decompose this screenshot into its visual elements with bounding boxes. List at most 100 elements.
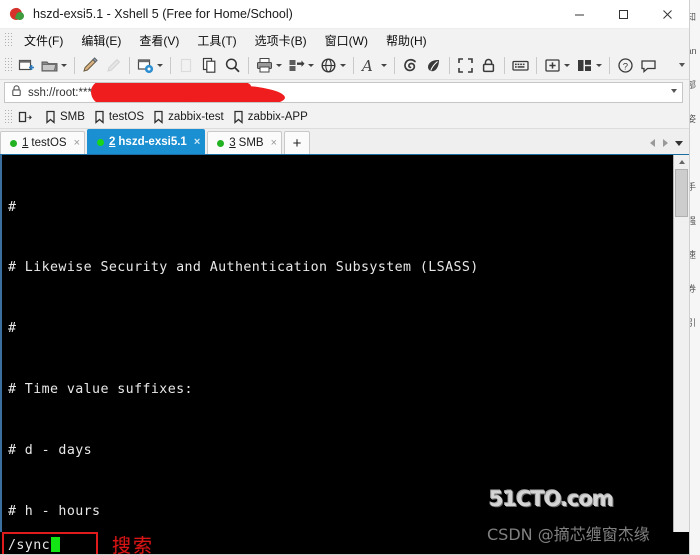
terminal-line: # bbox=[8, 321, 17, 337]
toolbar-drag-grip[interactable] bbox=[3, 57, 12, 73]
menu-drag-grip[interactable] bbox=[3, 32, 12, 48]
session-properties-dropdown[interactable] bbox=[155, 56, 164, 75]
tab-smb[interactable]: 3 SMB × bbox=[207, 131, 283, 154]
address-input[interactable]: ssh://root:*** bbox=[4, 82, 683, 103]
tab-label: hszd-exsi5.1 bbox=[118, 136, 187, 148]
file-transfer-button[interactable] bbox=[285, 53, 317, 77]
new-session-button[interactable] bbox=[15, 53, 38, 77]
tab-scroll-left-icon[interactable] bbox=[646, 135, 659, 151]
open-session-shortcut[interactable] bbox=[15, 109, 42, 125]
tab-testos[interactable]: 1 testOS × bbox=[0, 131, 85, 154]
ssh-tunnel-button[interactable] bbox=[399, 53, 422, 77]
globe-dropdown[interactable] bbox=[338, 56, 347, 75]
bookmark-label: SMB bbox=[60, 110, 85, 123]
open-session-button[interactable] bbox=[38, 53, 70, 77]
layout-dropdown[interactable] bbox=[594, 56, 603, 75]
layout-icon bbox=[575, 56, 594, 75]
tab-label: testOS bbox=[31, 137, 67, 149]
copy-button[interactable] bbox=[198, 53, 221, 77]
help-icon: ? bbox=[616, 56, 635, 75]
tab-close-icon[interactable]: × bbox=[271, 137, 277, 149]
bookmark-smb[interactable]: SMB bbox=[42, 109, 91, 125]
tab-hszd-exsi51[interactable]: 2 hszd-exsi5.1 × bbox=[87, 129, 206, 154]
terminal-line: # bbox=[8, 199, 17, 215]
new-session-icon bbox=[17, 56, 36, 75]
globe-button[interactable] bbox=[317, 53, 349, 77]
toolbar-separator bbox=[449, 56, 450, 74]
session-properties-icon bbox=[136, 56, 155, 75]
tab-list-dropdown-icon[interactable] bbox=[672, 135, 686, 151]
edit-session-button[interactable] bbox=[79, 53, 102, 77]
bookmark-testos[interactable]: testOS bbox=[91, 109, 150, 125]
fullscreen-button[interactable] bbox=[454, 53, 477, 77]
tab-close-icon[interactable]: × bbox=[74, 137, 80, 149]
font-dropdown[interactable] bbox=[379, 56, 388, 75]
menu-view[interactable]: 查看(V) bbox=[130, 30, 188, 51]
new-tab-button[interactable]: + bbox=[284, 131, 311, 154]
transfer-icon bbox=[287, 56, 306, 75]
bookmark-zabbix-test[interactable]: zabbix-test bbox=[150, 109, 230, 125]
globe-icon bbox=[319, 56, 338, 75]
leaf-button[interactable] bbox=[422, 53, 445, 77]
close-button[interactable] bbox=[645, 0, 689, 28]
toolbar-separator bbox=[394, 56, 395, 74]
add-panel-dropdown[interactable] bbox=[562, 56, 571, 75]
find-button[interactable] bbox=[221, 53, 244, 77]
bookmark-drag-grip[interactable] bbox=[3, 108, 12, 125]
scroll-up-icon[interactable] bbox=[674, 155, 689, 169]
menu-window[interactable]: 窗口(W) bbox=[316, 30, 377, 51]
add-panel-icon bbox=[543, 56, 562, 75]
lock-button[interactable] bbox=[477, 53, 500, 77]
session-tab-bar: 1 testOS × 2 hszd-exsi5.1 × 3 SMB × + bbox=[0, 129, 689, 155]
print-button[interactable] bbox=[253, 53, 285, 77]
copy-icon bbox=[200, 56, 219, 75]
lock-icon bbox=[11, 84, 25, 102]
tab-number: 3 bbox=[229, 137, 236, 149]
bookmark-label: testOS bbox=[108, 110, 145, 123]
terminal-scrollbar[interactable] bbox=[673, 155, 689, 532]
terminal-line: # d - days bbox=[8, 443, 93, 459]
redaction-scribble bbox=[179, 83, 286, 102]
toolbar: A ? bbox=[0, 51, 689, 80]
minimize-button[interactable] bbox=[557, 0, 601, 28]
window-title: hszd-exsi5.1 - Xshell 5 (Free for Home/S… bbox=[33, 7, 293, 21]
maximize-button[interactable] bbox=[601, 0, 645, 28]
help-button[interactable]: ? bbox=[614, 53, 637, 77]
chat-icon bbox=[639, 56, 658, 75]
menu-tabs[interactable]: 选项卡(B) bbox=[246, 30, 316, 51]
toolbar-overflow-button[interactable] bbox=[679, 51, 685, 79]
file-transfer-dropdown[interactable] bbox=[306, 56, 315, 75]
open-session-dropdown[interactable] bbox=[59, 56, 68, 75]
chevron-down-icon[interactable] bbox=[671, 89, 677, 93]
tab-close-icon[interactable]: × bbox=[194, 136, 200, 148]
keyboard-button[interactable] bbox=[509, 53, 532, 77]
print-icon bbox=[255, 56, 274, 75]
send-to-tab-command-bar[interactable]: /sync 搜索 bbox=[0, 532, 689, 555]
tab-scroll-right-icon[interactable] bbox=[659, 135, 672, 151]
session-properties-button[interactable] bbox=[134, 53, 166, 77]
find-icon bbox=[223, 56, 242, 75]
lock-icon bbox=[479, 56, 498, 75]
menu-file[interactable]: 文件(F) bbox=[15, 30, 72, 51]
search-annotation-label: 搜索 bbox=[112, 535, 155, 555]
pencil-edit-icon bbox=[81, 56, 100, 75]
layout-button[interactable] bbox=[573, 53, 605, 77]
xshell-app-icon bbox=[8, 5, 26, 23]
tab-status-dot bbox=[217, 139, 225, 147]
address-value: ssh://root:*** bbox=[28, 86, 92, 99]
tab-status-dot bbox=[97, 138, 104, 146]
paste-button bbox=[175, 53, 198, 77]
menu-edit[interactable]: 编辑(E) bbox=[72, 30, 130, 51]
chat-button[interactable] bbox=[637, 53, 660, 77]
terminal-output[interactable]: # # Likewise Security and Authentication… bbox=[8, 155, 673, 532]
scrollbar-thumb[interactable] bbox=[675, 169, 688, 217]
bookmark-zabbix-app[interactable]: zabbix-APP bbox=[230, 109, 314, 125]
toolbar-separator bbox=[129, 56, 130, 74]
font-button[interactable]: A bbox=[358, 53, 390, 77]
menu-tools[interactable]: 工具(T) bbox=[188, 30, 245, 51]
toolbar-separator bbox=[248, 56, 249, 74]
edit-session-disabled-button bbox=[102, 53, 125, 77]
menu-help[interactable]: 帮助(H) bbox=[377, 30, 436, 51]
print-dropdown[interactable] bbox=[274, 56, 283, 75]
add-panel-button[interactable] bbox=[541, 53, 573, 77]
